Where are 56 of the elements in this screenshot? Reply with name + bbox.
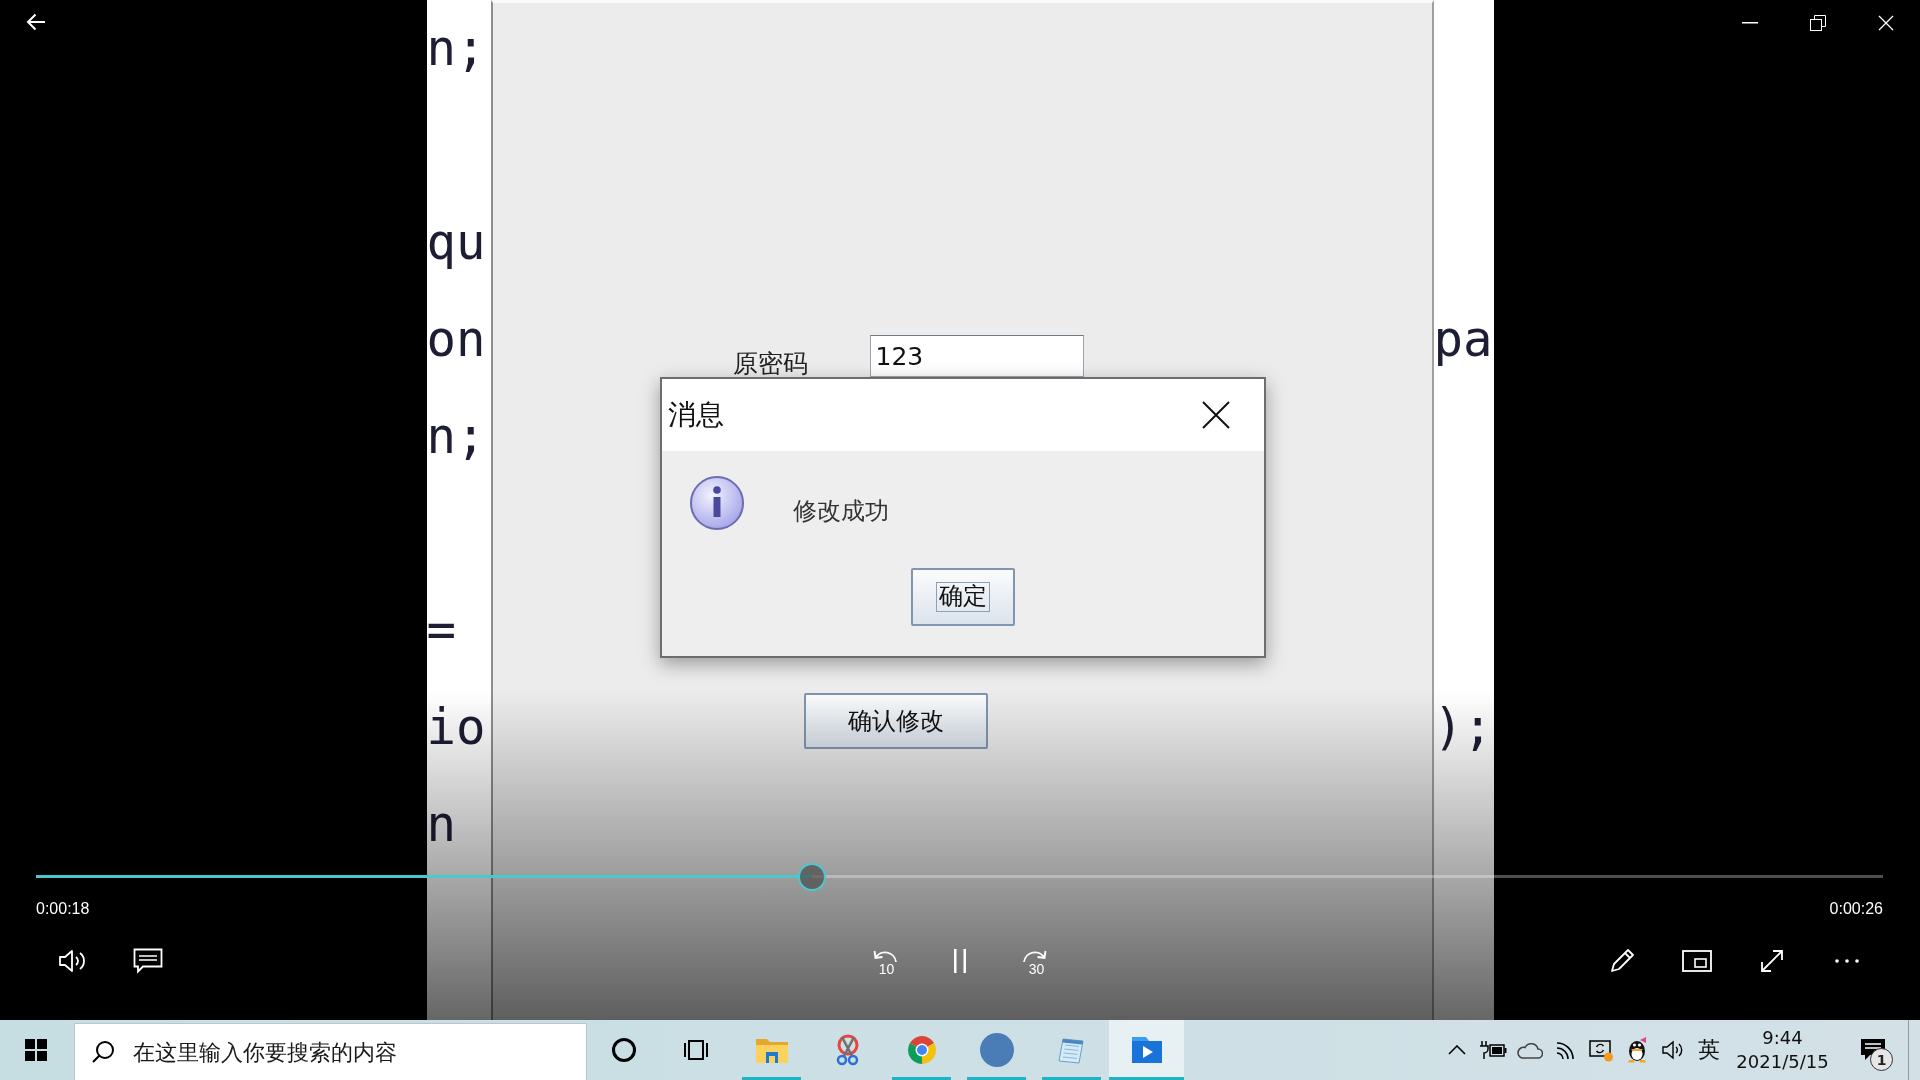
code-fragment: on <box>426 312 486 367</box>
code-fragment: io <box>426 700 486 755</box>
input-method-button[interactable]: 英 <box>1691 1020 1727 1080</box>
notification-badge: 1 <box>1870 1048 1893 1071</box>
dialog-title: 消息 <box>667 399 724 431</box>
speaker-icon <box>1661 1040 1685 1060</box>
more-dots-icon <box>1834 959 1860 963</box>
pencil-icon <box>1609 948 1635 974</box>
play-tile-icon <box>1129 1035 1164 1065</box>
elapsed-time: 0:00:18 <box>36 900 90 918</box>
minimize-icon <box>1742 22 1758 24</box>
rewind-button[interactable]: 10 <box>860 937 909 985</box>
confirm-button[interactable]: 确认修改 <box>803 693 988 749</box>
forward-button[interactable]: 30 <box>1010 937 1059 985</box>
task-view-icon <box>683 1038 709 1062</box>
speech-bubble-icon <box>133 948 163 974</box>
penguin-icon <box>1626 1037 1648 1063</box>
progress-thumb[interactable] <box>797 862 826 891</box>
search-field[interactable]: 在这里输入你要搜索的内容 <box>74 1023 587 1080</box>
expand-arrows-icon <box>1759 948 1785 974</box>
speaker-icon <box>58 948 88 974</box>
code-fragment: ); <box>1433 700 1493 755</box>
code-fragment: n; <box>426 409 486 464</box>
four-squares-icon <box>25 1039 47 1061</box>
password-field[interactable]: 123 <box>869 335 1084 377</box>
close-icon <box>1878 15 1894 31</box>
dialog-message: 修改成功 <box>792 497 889 525</box>
close-icon <box>1200 400 1231 430</box>
info-icon <box>688 475 745 531</box>
pause-icon <box>952 949 967 973</box>
code-fragment: qu <box>426 215 486 270</box>
notification-button[interactable]: 1 <box>1838 1020 1908 1080</box>
restore-icon <box>1810 15 1826 31</box>
clock-time[interactable]: 9:44 <box>1762 1026 1803 1050</box>
ring-icon <box>611 1037 637 1063</box>
battery-plug-icon <box>1479 1040 1507 1060</box>
mini-view-icon <box>1682 950 1712 972</box>
code-fragment: = <box>426 603 456 658</box>
sync-screen-icon <box>1588 1038 1614 1062</box>
folder-icon <box>754 1036 789 1064</box>
cloud-icon <box>1515 1041 1543 1059</box>
back-arrow-icon <box>26 13 46 31</box>
avatar-icon <box>979 1033 1014 1067</box>
chevron-up-icon <box>1448 1045 1466 1055</box>
taskbar-button[interactable] <box>1109 1020 1184 1080</box>
ok-button[interactable]: 确定 <box>910 568 1015 626</box>
notepad-icon <box>1056 1035 1087 1065</box>
wifi-icon <box>1554 1040 1576 1060</box>
code-fragment: n <box>426 797 456 852</box>
code-fragment: pa <box>1433 312 1493 367</box>
search-icon <box>91 1039 115 1064</box>
field-label: 原密码 <box>732 350 808 377</box>
segmented-circle-icon <box>906 1035 937 1065</box>
code-fragment: n; <box>426 21 486 76</box>
clock-date[interactable]: 2021/5/15 <box>1736 1050 1829 1074</box>
total-duration: 0:00:26 <box>1829 900 1883 918</box>
